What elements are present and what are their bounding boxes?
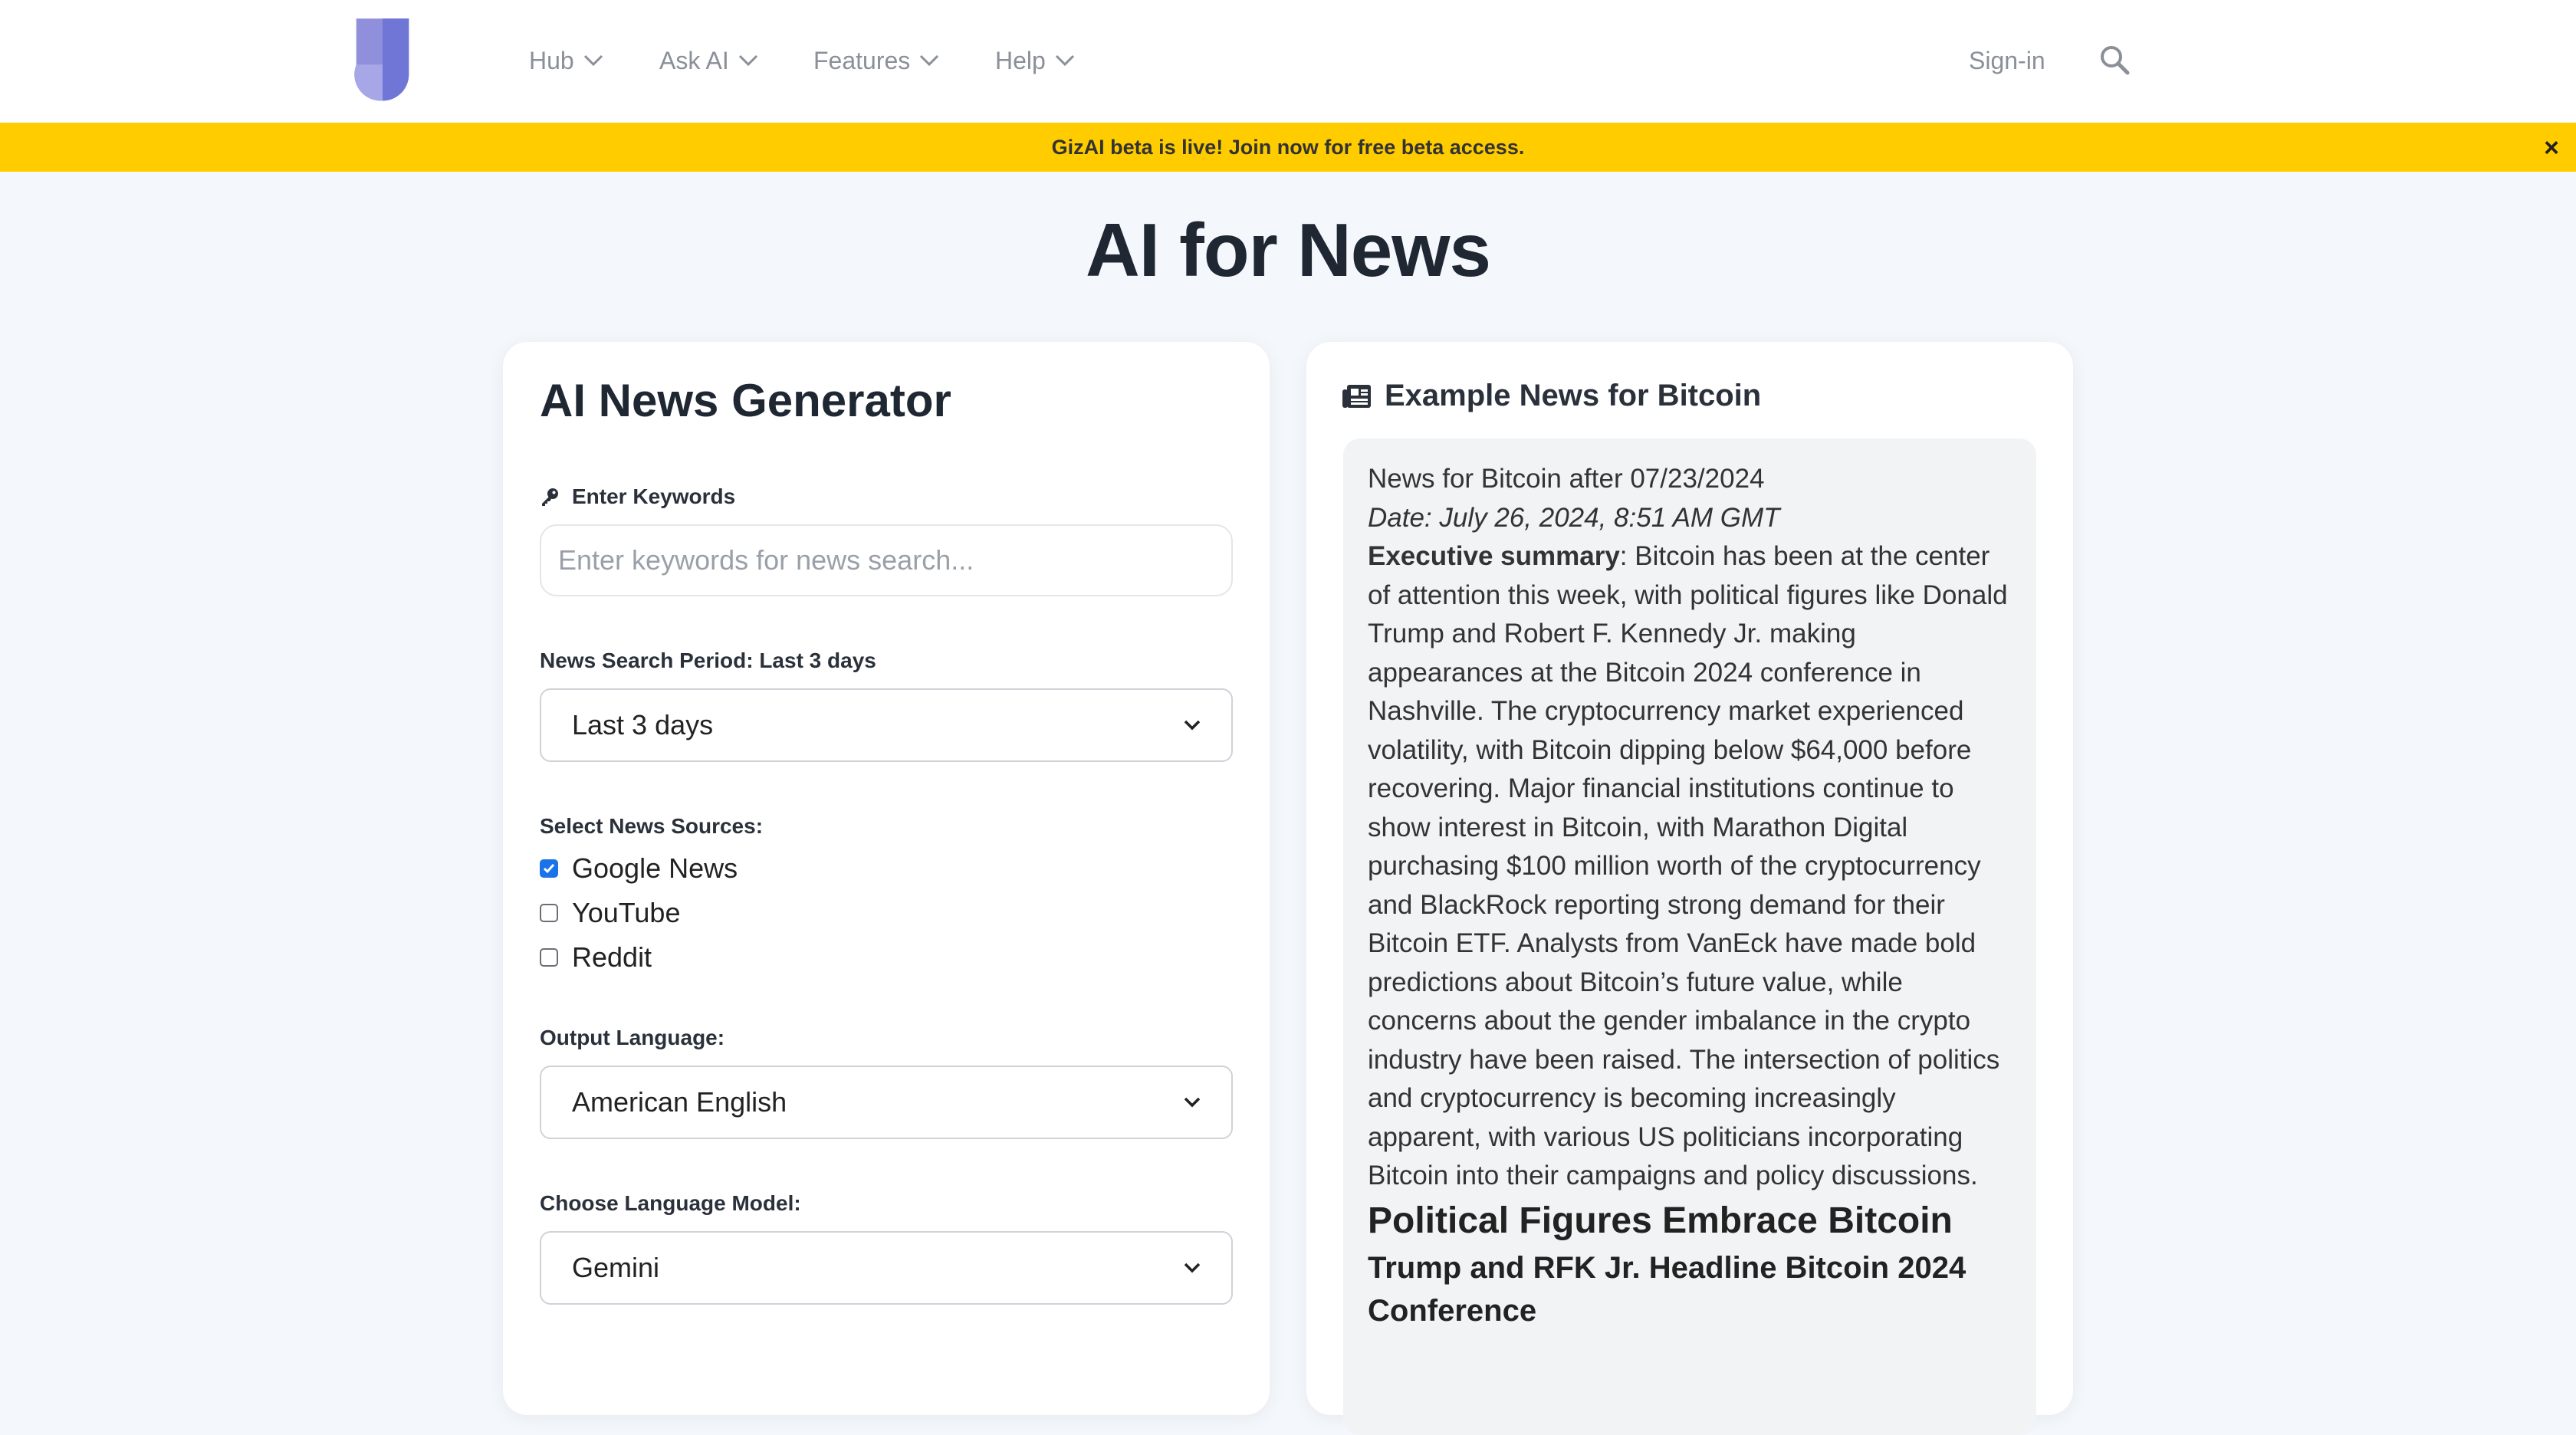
source-label: Reddit: [572, 941, 652, 973]
chevron-down-icon: [738, 54, 757, 67]
chevron-down-icon: [1184, 720, 1201, 731]
beta-banner-text: GizAI beta is live! Join now for free be…: [1051, 135, 1525, 159]
generator-title: AI News Generator: [540, 375, 951, 426]
checkbox-unchecked[interactable]: [540, 948, 558, 967]
news-section-title: Political Figures Embrace Bitcoin: [1368, 1200, 1953, 1241]
gizai-logo-icon[interactable]: [350, 15, 416, 107]
news-heading: News for Bitcoin after 07/23/2024: [1368, 464, 1765, 494]
search-icon[interactable]: [2098, 43, 2131, 77]
source-label: Google News: [572, 852, 738, 884]
news-subsection-title: Trump and RFK Jr. Headline Bitcoin 2024 …: [1368, 1250, 1967, 1328]
example-news-card: Example News for Bitcoin News for Bitcoi…: [1306, 342, 2073, 1435]
beta-banner: GizAI beta is live! Join now for free be…: [0, 123, 2576, 172]
top-navbar: Hub Ask AI Features Help Sign-in: [0, 0, 2576, 123]
news-date: Date: July 26, 2024, 8:51 AM GMT: [1368, 502, 1780, 533]
nav-ask-ai-label: Ask AI: [659, 46, 729, 74]
example-title: Example News for Bitcoin: [1342, 379, 1761, 413]
language-label: Output Language:: [540, 1026, 725, 1049]
source-google-news[interactable]: Google News: [540, 852, 738, 885]
chevron-down-icon: [920, 54, 939, 67]
nav-hub[interactable]: Hub: [529, 41, 603, 80]
chevron-down-icon: [1184, 1263, 1201, 1273]
example-title-text: Example News for Bitcoin: [1385, 379, 1762, 412]
checkbox-unchecked[interactable]: [540, 904, 558, 922]
nav-features-label: Features: [813, 46, 911, 74]
source-label: YouTube: [572, 897, 681, 928]
chevron-down-icon: [1184, 1097, 1201, 1108]
model-select[interactable]: Gemini: [540, 1231, 1233, 1305]
sources-label: Select News Sources:: [540, 814, 764, 838]
language-select[interactable]: American English: [540, 1066, 1233, 1139]
nav-help[interactable]: Help: [995, 41, 1075, 80]
keywords-input[interactable]: [540, 524, 1233, 596]
keywords-label-text: Enter Keywords: [572, 484, 736, 508]
source-reddit[interactable]: Reddit: [540, 941, 652, 974]
page-title: AI for News: [1085, 208, 1491, 292]
nav-features[interactable]: Features: [813, 41, 939, 80]
nav-ask-ai[interactable]: Ask AI: [659, 41, 758, 80]
signin-link[interactable]: Sign-in: [1969, 41, 2045, 80]
source-youtube[interactable]: YouTube: [540, 897, 680, 929]
key-icon: [542, 488, 558, 506]
period-select[interactable]: Last 3 days: [540, 688, 1233, 762]
summary-label: Executive summary: [1368, 541, 1620, 571]
language-select-value: American English: [572, 1086, 787, 1118]
nav-hub-label: Hub: [529, 46, 574, 74]
chevron-down-icon: [583, 54, 603, 67]
nav-help-label: Help: [995, 46, 1046, 74]
news-generator-card: AI News Generator Enter Keywords News Se…: [503, 342, 1270, 1415]
model-select-value: Gemini: [572, 1252, 660, 1283]
keywords-label: Enter Keywords: [540, 484, 735, 509]
check-icon: [543, 864, 555, 874]
summary-text: : Bitcoin has been at the center of atte…: [1368, 541, 2008, 1190]
checkbox-checked[interactable]: [540, 859, 558, 878]
model-label: Choose Language Model:: [540, 1191, 801, 1215]
newspaper-icon: [1342, 384, 1371, 408]
chevron-down-icon: [1055, 54, 1074, 67]
news-summary: Executive summary: Bitcoin has been at t…: [1368, 537, 2012, 1196]
period-select-value: Last 3 days: [572, 709, 714, 740]
period-label: News Search Period: Last 3 days: [540, 649, 876, 672]
close-icon[interactable]: ×: [2544, 133, 2559, 163]
example-news-content: News for Bitcoin after 07/23/2024 Date: …: [1343, 438, 2036, 1435]
